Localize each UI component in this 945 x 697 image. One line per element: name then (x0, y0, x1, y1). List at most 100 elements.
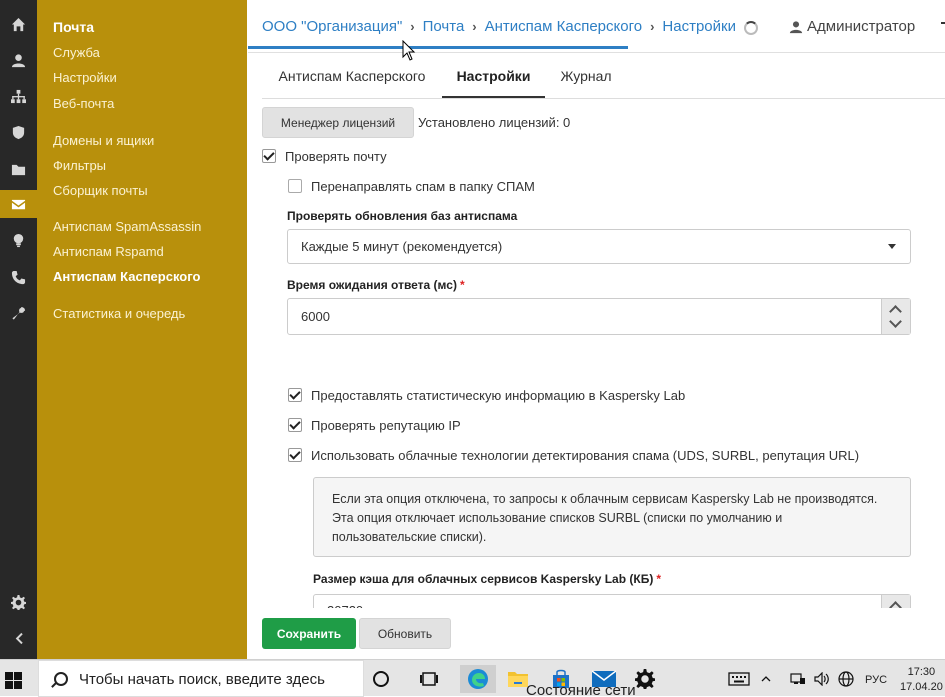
breadcrumb-mail[interactable]: Почта (423, 18, 465, 35)
sitemap-icon (11, 89, 26, 103)
cloud-checkbox[interactable] (288, 448, 302, 462)
breadcrumb-settings[interactable]: Настройки (662, 18, 736, 35)
rail-mail[interactable] (0, 190, 37, 218)
windows-taskbar: Чтобы начать поиск, введите здесь РУС 17… (0, 659, 945, 697)
license-manager-button[interactable]: Менеджер лицензий (262, 107, 414, 138)
sidebar-item-collector[interactable]: Сборщик почты (53, 183, 148, 198)
breadcrumb-separator: › (410, 19, 415, 34)
required-mark: * (459, 278, 465, 292)
cache-input-clip: 20720 (313, 594, 911, 608)
shield-icon (12, 125, 25, 139)
wrench-icon (12, 306, 26, 320)
rail-home[interactable] (0, 10, 37, 38)
sidebar: Почта Служба Настройки Веб-почта Домены … (37, 0, 247, 659)
breadcrumb: ООО "Организация" › Почта › Антиспам Кас… (262, 18, 736, 35)
tab-journal[interactable]: Журнал (545, 60, 627, 97)
cloud-info-note: Если эта опция отключена, то запросы к о… (313, 477, 911, 557)
caret-down-icon (888, 244, 896, 249)
language-indicator[interactable]: РУС (865, 674, 887, 686)
chevron-down-icon[interactable] (889, 315, 902, 328)
taskbar-search-placeholder: Чтобы начать поиск, введите здесь (79, 671, 325, 688)
breadcrumb-separator: › (650, 19, 655, 34)
user-icon (789, 20, 803, 33)
update-check-select[interactable]: Каждые 5 минут (рекомендуется) (287, 229, 911, 264)
cloud-label: Использовать облачные технологии детекти… (311, 448, 860, 463)
clock-time: 17:30 (907, 666, 936, 678)
clock-date: 17.04.20 (900, 681, 943, 693)
chevron-left-icon (15, 632, 23, 644)
rail-phone[interactable] (0, 263, 37, 291)
save-button[interactable]: Сохранить (262, 618, 356, 649)
chevron-up-icon[interactable] (889, 601, 902, 608)
check-ip-label: Проверять репутацию IP (311, 418, 461, 433)
sidebar-item-rspamd[interactable]: Антиспам Rspamd (53, 244, 164, 259)
redirect-spam-label: Перенаправлять спам в папку СПАМ (311, 179, 535, 194)
envelope-icon (11, 199, 26, 209)
rail-settings[interactable] (0, 588, 37, 616)
taskbar-search[interactable]: Чтобы начать поиск, введите здесь (38, 660, 364, 697)
keyboard-icon[interactable] (724, 665, 754, 693)
refresh-button[interactable]: Обновить (359, 618, 451, 649)
cache-input[interactable]: 20720 (313, 594, 911, 608)
required-mark: * (656, 572, 661, 586)
tab-settings[interactable]: Настройки (442, 60, 545, 98)
sidebar-item-filters[interactable]: Фильтры (53, 158, 106, 173)
tab-bar: Антиспам Касперского Настройки Журнал (262, 60, 945, 99)
task-view-icon[interactable] (414, 665, 444, 693)
send-stats-label: Предоставлять статистическую информацию … (311, 388, 686, 403)
breadcrumb-org[interactable]: ООО "Организация" (262, 18, 402, 35)
rail-shield[interactable] (0, 118, 37, 146)
loading-bar (248, 46, 628, 49)
windows-start-icon[interactable] (5, 672, 22, 689)
cortana-icon[interactable] (366, 665, 396, 693)
rail-wrench[interactable] (0, 299, 37, 327)
loading-spinner-icon (744, 21, 758, 35)
folder-icon (11, 164, 26, 175)
edge-browser-icon[interactable] (460, 665, 496, 693)
cache-stepper[interactable] (881, 595, 910, 608)
cache-label: Размер кэша для облачных сервисов Kasper… (313, 572, 661, 586)
check-mail-label: Проверять почту (285, 149, 387, 164)
sidebar-item-spamassassin[interactable]: Антиспам SpamAssassin (53, 219, 201, 234)
timeout-stepper[interactable] (881, 299, 910, 334)
sidebar-item-kaspersky[interactable]: Антиспам Касперского (53, 269, 200, 284)
check-mail-checkbox[interactable] (262, 149, 276, 163)
network-icon[interactable] (786, 665, 810, 693)
user-icon (11, 53, 26, 67)
search-icon (54, 672, 68, 686)
send-stats-checkbox[interactable] (288, 388, 302, 402)
sidebar-heading-mail[interactable]: Почта (53, 19, 94, 35)
mouse-cursor-icon (402, 40, 416, 61)
volume-icon[interactable] (810, 665, 834, 693)
rail-lightbulb[interactable] (0, 226, 37, 254)
globe-icon[interactable] (834, 665, 858, 693)
rail-user[interactable] (0, 46, 37, 74)
chevron-up-icon[interactable] (756, 665, 776, 693)
taskbar-clock[interactable]: 17:30 17.04.20 (900, 665, 943, 695)
note-line: Если эта опция отключена, то запросы к о… (332, 492, 878, 506)
note-line: Эта опция отключает использование списко… (332, 511, 783, 525)
rail-folder[interactable] (0, 155, 37, 183)
sidebar-item-statistics[interactable]: Статистика и очередь (53, 306, 185, 321)
note-line: пользовательские списки). (332, 530, 487, 544)
lightbulb-icon (13, 233, 24, 247)
phone-icon (11, 270, 26, 284)
check-ip-checkbox[interactable] (288, 418, 302, 432)
rail-collapse[interactable] (0, 624, 37, 652)
home-icon (11, 17, 26, 31)
rail-sitemap[interactable] (0, 82, 37, 110)
sidebar-item-settings[interactable]: Настройки (53, 70, 117, 85)
timeout-value: 6000 (301, 309, 330, 324)
user-name: Администратор (807, 18, 916, 35)
user-menu[interactable]: Администратор (789, 18, 915, 35)
sidebar-item-service[interactable]: Служба (53, 45, 100, 60)
sidebar-item-domains[interactable]: Домены и ящики (53, 133, 154, 148)
tab-kaspersky[interactable]: Антиспам Касперского (262, 60, 442, 97)
update-check-label: Проверять обновления баз антиспама (287, 209, 518, 223)
redirect-spam-checkbox[interactable] (288, 179, 302, 193)
timeout-label: Время ожидания ответа (мс) * (287, 278, 465, 292)
top-header: ООО "Организация" › Почта › Антиспам Кас… (248, 0, 945, 53)
breadcrumb-kaspersky[interactable]: Антиспам Касперского (485, 18, 642, 35)
timeout-input[interactable]: 6000 (287, 298, 911, 335)
sidebar-item-webmail[interactable]: Веб-почта (53, 96, 114, 111)
